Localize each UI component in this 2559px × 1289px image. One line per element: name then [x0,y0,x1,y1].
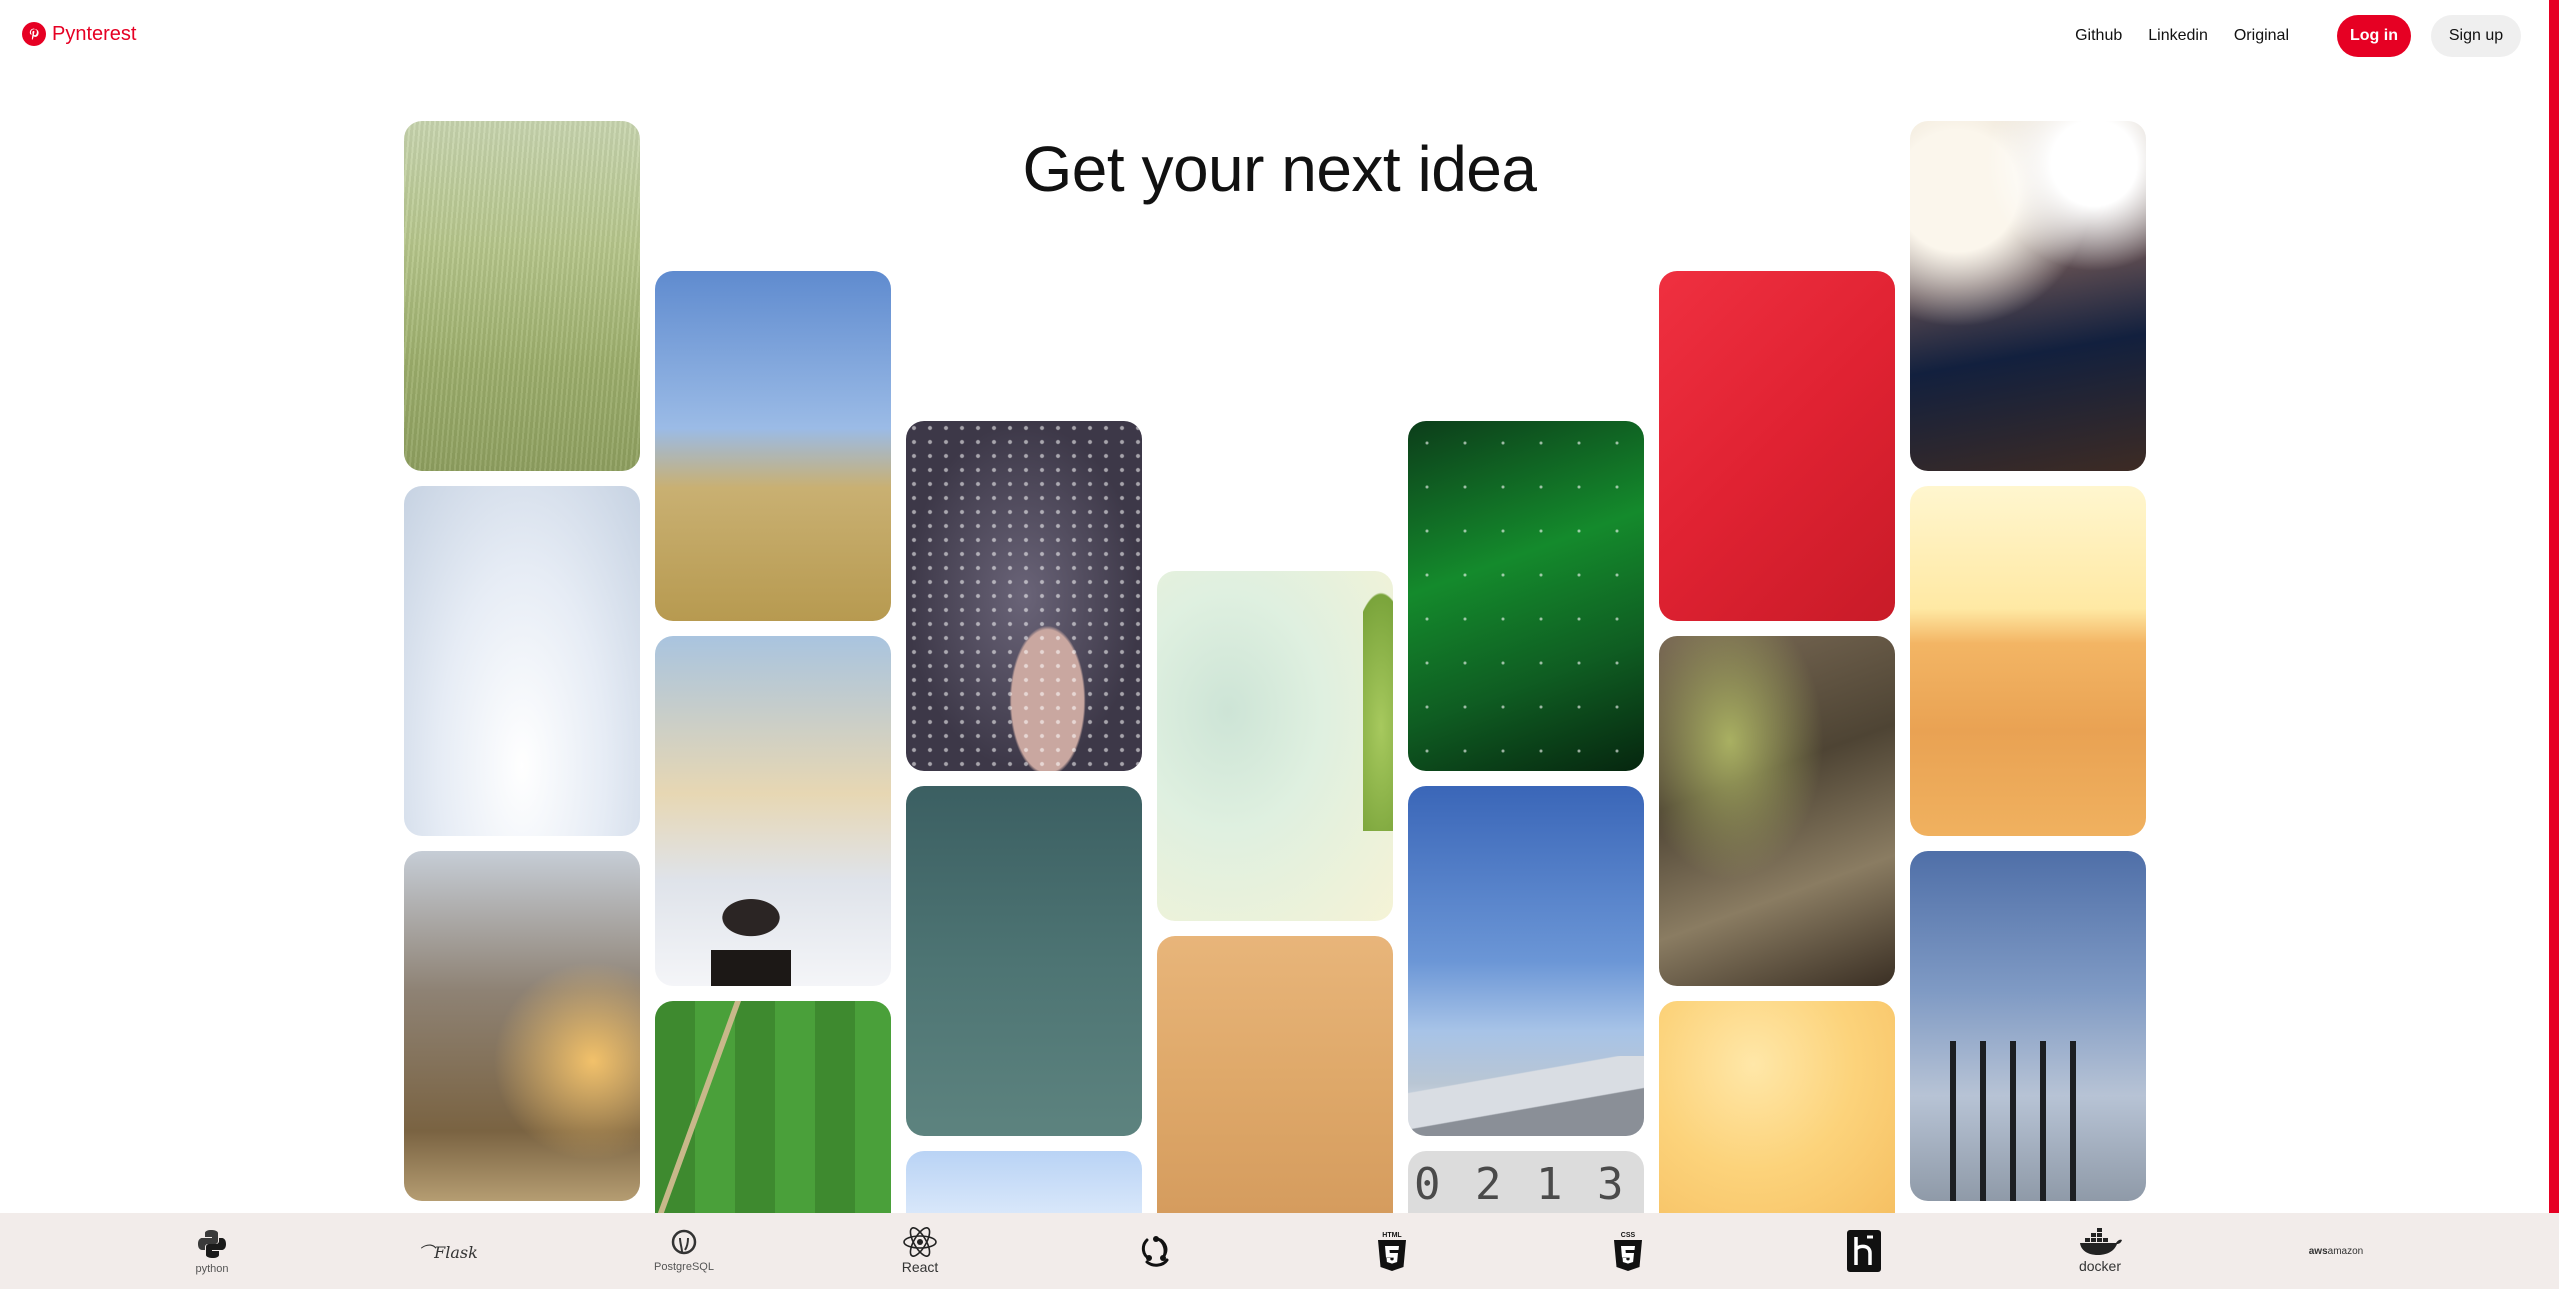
tech-aws[interactable]: awsamazon [2296,1213,2376,1289]
tech-heroku[interactable] [1824,1213,1904,1289]
logo-link[interactable]: Pynterest [22,22,136,46]
pin-snowy-blur[interactable] [404,486,640,836]
docker-icon [2080,1228,2122,1255]
pin-snowy-mountain[interactable] [1408,786,1644,1136]
tech-css3[interactable]: CSS [1588,1213,1668,1289]
pin-mossy-log[interactable] [1659,636,1895,986]
pin-grass-field[interactable] [404,121,640,471]
tech-html5[interactable]: HTML [1352,1213,1432,1289]
nav-link-linkedin[interactable]: Linkedin [2148,27,2208,45]
python-icon [198,1230,226,1258]
tech-label-css: CSS [1621,1232,1636,1239]
pin-pier-posts[interactable] [1910,851,2146,1201]
nav-link-github[interactable]: Github [2075,27,2122,45]
pin-branch-blur[interactable] [1157,571,1393,921]
heroku-icon [1847,1230,1881,1272]
tech-label-amazon: amazon [2327,1245,2364,1257]
flask-icon: ⌒Flask [418,1243,478,1262]
pin-man-above-clouds[interactable] [655,636,891,986]
tech-label-postgresql: PostgreSQL [654,1261,714,1273]
tech-label-html: HTML [1382,1232,1402,1239]
tech-python[interactable]: python [172,1213,252,1289]
pin-sneaker-field[interactable] [655,271,891,621]
html5-icon: HTML [1378,1232,1406,1271]
tech-react[interactable]: React [880,1213,960,1289]
tech-label-react: React [901,1259,939,1275]
pin-bokeh-lights[interactable] [1910,121,2146,471]
pin-sunset-city[interactable] [1910,486,2146,836]
tech-label-python: python [195,1263,229,1275]
pin-number-dials[interactable] [1408,1151,1644,1213]
pin-golf-course[interactable] [655,1001,891,1213]
scrollbar-track[interactable] [2549,0,2559,1213]
signup-button[interactable]: Sign up [2431,15,2521,57]
tech-postgresql[interactable]: PostgreSQL [644,1213,724,1289]
react-icon [903,1227,937,1257]
pin-hand-on-wet-glass[interactable] [906,421,1142,771]
pin-spark-bokeh[interactable] [404,851,640,1201]
top-nav: Pynterest Github Linkedin Original Log i… [0,0,2559,72]
tech-label-flask: Flask [434,1243,478,1262]
logo-text: Pynterest [52,22,137,45]
tech-label-docker: docker [2078,1258,2122,1274]
nav-link-original[interactable]: Original [2234,27,2289,45]
pin-desert-sky[interactable] [1157,936,1393,1213]
pin-teal-water[interactable] [906,786,1142,1136]
amazon-web-services-icon: awsamazon [2308,1245,2364,1257]
login-button[interactable]: Log in [2337,15,2411,57]
tech-redux[interactable] [1116,1213,1196,1289]
nav-links: Github Linkedin Original Log in Sign up [2075,15,2521,57]
pin-red-wall[interactable] [1659,271,1895,621]
page-title: Get your next idea [1022,133,1537,205]
pinterest-p-icon [22,22,46,46]
tech-flask[interactable]: ⌒Flask [408,1213,488,1289]
pin-green-aurora[interactable] [1408,421,1644,771]
pin-yellow-glow[interactable] [1659,1001,1895,1213]
redux-icon [1141,1236,1169,1267]
css3-icon: CSS [1614,1232,1642,1271]
tech-docker[interactable]: docker [2060,1213,2140,1289]
pin-light-sky[interactable] [906,1151,1142,1213]
tech-footer: python ⌒Flask PostgreSQL React HTML CSS … [0,1213,2559,1289]
postgresql-icon [671,1229,697,1255]
